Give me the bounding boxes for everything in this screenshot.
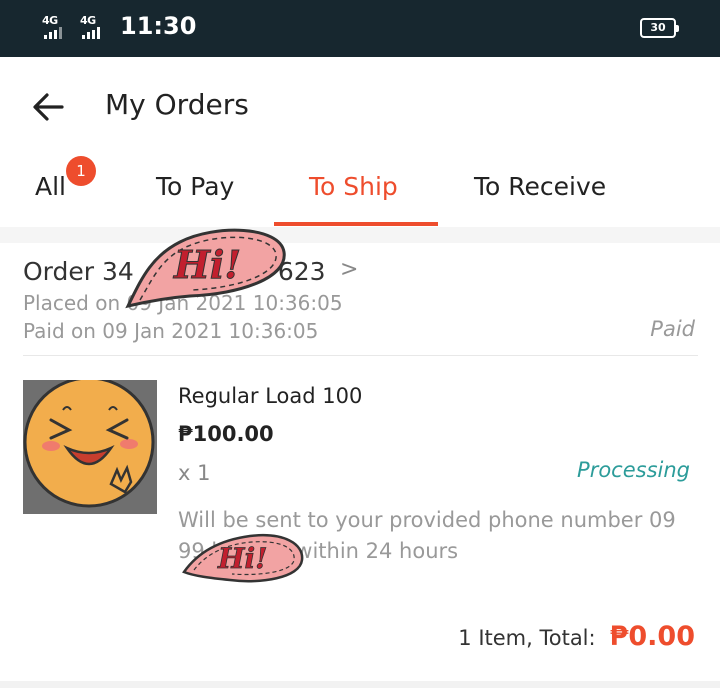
tab-label: All (35, 172, 66, 201)
section-divider (0, 227, 720, 243)
divider (23, 355, 698, 356)
signal-icon: 4G (42, 14, 74, 40)
item-status: Processing (577, 458, 690, 482)
tab-label: To Pay (156, 172, 235, 201)
active-tab-indicator (274, 222, 438, 226)
payment-status: Paid (650, 317, 695, 341)
chevron-right-icon[interactable]: > (340, 257, 358, 282)
signal-icon: 4G (80, 14, 112, 40)
network-type: 4G (80, 14, 96, 27)
back-button[interactable] (28, 87, 68, 127)
order-id-prefix: Order 34 (23, 257, 134, 286)
product-thumbnail[interactable] (23, 380, 157, 514)
status-bar: 4G 4G 11:30 30 (0, 0, 720, 57)
total-label: 1 Item, Total: (458, 626, 596, 650)
product-price: ₱100.00 (178, 422, 274, 446)
order-tabs: All 1 To Pay To Ship To Receive (0, 152, 720, 227)
notification-badge: 1 (66, 156, 96, 186)
order-card[interactable]: Order 34 623 > Placed on 09 Jan 2021 10:3… (0, 243, 720, 681)
product-name: Regular Load 100 (178, 384, 363, 408)
tab-all[interactable]: All (35, 172, 66, 201)
app-header: My Orders (0, 57, 720, 152)
section-divider (0, 681, 720, 688)
sticker-text: Hi! (217, 542, 267, 575)
hi-sticker: Hi! (180, 528, 306, 588)
battery-icon: 30 (640, 18, 679, 38)
sticker-text: Hi! (173, 242, 241, 287)
hi-sticker: Hi! (120, 222, 290, 312)
arrow-left-icon (33, 93, 64, 121)
emoji-face-icon (23, 380, 157, 514)
speech-bubble-icon: Hi! (182, 533, 304, 583)
page-title: My Orders (105, 88, 249, 121)
tab-to-pay[interactable]: To Pay (156, 172, 234, 201)
network-type: 4G (42, 14, 58, 27)
order-total: 1 Item, Total: ₱0.00 (458, 621, 695, 652)
tab-to-receive[interactable]: To Receive (474, 172, 606, 201)
paid-date: Paid on 09 Jan 2021 10:36:05 (23, 319, 319, 343)
speech-bubble-icon: Hi! (125, 228, 286, 309)
tab-to-ship[interactable]: To Ship (309, 172, 398, 201)
total-amount: ₱0.00 (609, 621, 695, 652)
product-quantity: x 1 (178, 461, 211, 485)
tab-label: To Ship (309, 172, 398, 201)
clock: 11:30 (120, 12, 197, 40)
tab-label: To Receive (474, 172, 607, 201)
